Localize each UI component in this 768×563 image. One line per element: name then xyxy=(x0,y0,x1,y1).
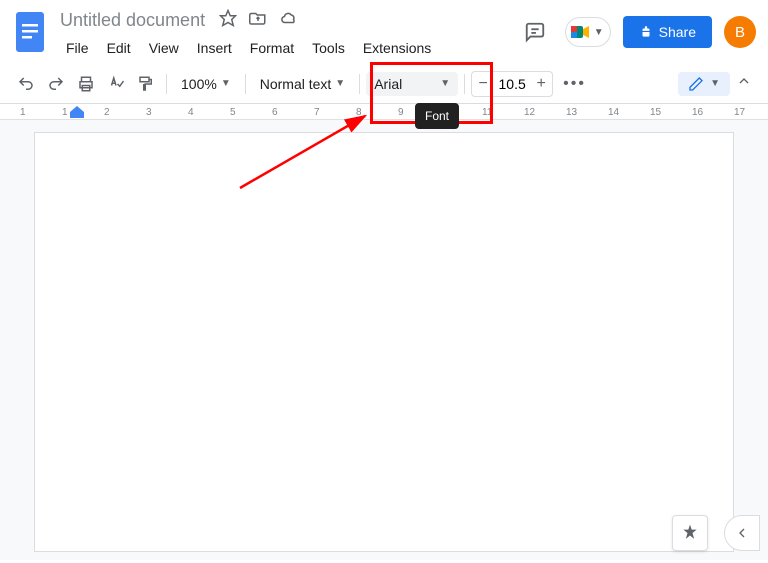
increase-font-button[interactable]: + xyxy=(530,72,552,96)
ruler[interactable]: 11234567891011121314151617 xyxy=(0,104,768,120)
ruler-tick: 6 xyxy=(272,107,278,118)
font-selector[interactable]: Arial ▼ xyxy=(366,72,458,96)
menu-insert[interactable]: Insert xyxy=(189,36,240,60)
redo-button[interactable] xyxy=(42,70,70,98)
menu-tools[interactable]: Tools xyxy=(304,36,353,60)
font-size-input[interactable] xyxy=(494,76,530,92)
document-page[interactable] xyxy=(34,132,734,552)
chevron-down-icon: ▼ xyxy=(440,78,450,89)
ruler-tick: 5 xyxy=(230,107,236,118)
font-size-control: − + xyxy=(471,71,553,97)
menu-format[interactable]: Format xyxy=(242,36,302,60)
menu-extensions[interactable]: Extensions xyxy=(355,36,439,60)
collapse-toolbar-button[interactable] xyxy=(732,69,756,98)
ruler-tick: 12 xyxy=(524,107,535,118)
side-panel-toggle[interactable] xyxy=(724,515,760,551)
ruler-tick: 8 xyxy=(356,107,362,118)
ruler-tick: 14 xyxy=(608,107,619,118)
font-value: Arial xyxy=(374,76,402,92)
zoom-value: 100% xyxy=(181,76,217,92)
chevron-down-icon: ▼ xyxy=(594,27,604,38)
ruler-tick: 3 xyxy=(146,107,152,118)
chevron-down-icon: ▼ xyxy=(335,78,345,89)
indent-marker-icon[interactable] xyxy=(70,106,84,118)
ruler-tick: 16 xyxy=(692,107,703,118)
menu-edit[interactable]: Edit xyxy=(99,36,139,60)
ruler-tick: 15 xyxy=(650,107,661,118)
document-title[interactable]: Untitled document xyxy=(58,10,207,31)
toolbar: 100% ▼ Normal text ▼ Arial ▼ − + ••• ▼ xyxy=(0,64,768,104)
separator xyxy=(166,74,167,94)
decrease-font-button[interactable]: − xyxy=(472,72,494,96)
ruler-tick: 7 xyxy=(314,107,320,118)
zoom-selector[interactable]: 100% ▼ xyxy=(173,72,239,96)
print-button[interactable] xyxy=(72,70,100,98)
ruler-tick: 9 xyxy=(398,107,404,118)
paragraph-style-selector[interactable]: Normal text ▼ xyxy=(252,72,353,96)
undo-button[interactable] xyxy=(12,70,40,98)
account-avatar[interactable]: B xyxy=(724,16,756,48)
cloud-status-icon[interactable] xyxy=(279,9,299,32)
font-tooltip: Font xyxy=(415,103,459,129)
chevron-down-icon: ▼ xyxy=(221,78,231,89)
separator xyxy=(464,74,465,94)
style-value: Normal text xyxy=(260,76,332,92)
meet-button[interactable]: ▼ xyxy=(565,17,611,47)
menu-view[interactable]: View xyxy=(141,36,187,60)
more-tools-button[interactable]: ••• xyxy=(555,71,594,97)
share-button[interactable]: Share xyxy=(623,16,712,48)
ruler-tick: 17 xyxy=(734,107,745,118)
menu-file[interactable]: File xyxy=(58,36,97,60)
editing-mode-button[interactable]: ▼ xyxy=(678,72,730,96)
explore-button[interactable] xyxy=(672,515,708,551)
ruler-tick: 4 xyxy=(188,107,194,118)
separator xyxy=(359,74,360,94)
star-icon[interactable] xyxy=(219,9,237,32)
paint-format-button[interactable] xyxy=(132,70,160,98)
docs-logo[interactable] xyxy=(12,8,48,56)
ruler-tick: 11 xyxy=(482,107,492,118)
move-icon[interactable] xyxy=(249,9,267,32)
separator xyxy=(245,74,246,94)
document-area xyxy=(0,120,768,560)
chevron-down-icon: ▼ xyxy=(710,78,720,89)
ruler-tick: 13 xyxy=(566,107,577,118)
menu-bar: File Edit View Insert Format Tools Exten… xyxy=(58,36,517,60)
share-label: Share xyxy=(659,24,696,40)
comments-icon[interactable] xyxy=(517,14,553,50)
ruler-tick: 2 xyxy=(104,107,110,118)
spellcheck-button[interactable] xyxy=(102,70,130,98)
ruler-tick: 1 xyxy=(62,107,68,118)
ruler-tick: 1 xyxy=(20,107,26,118)
